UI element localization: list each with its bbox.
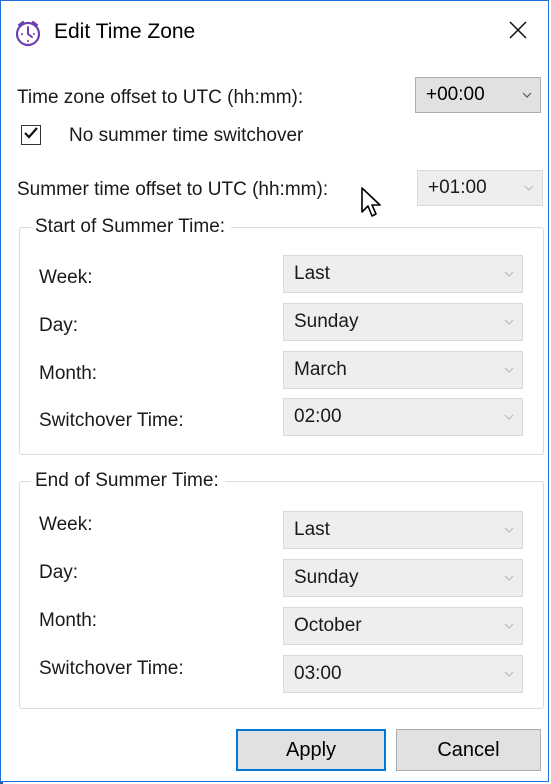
start-summer-legend: Start of Summer Time: [31, 216, 232, 238]
close-button[interactable] [488, 1, 548, 63]
chevron-down-icon [496, 304, 522, 340]
start-time-label: Switchover Time: [39, 410, 184, 431]
chevron-down-icon [496, 608, 522, 644]
start-time-value: 02:00 [294, 406, 342, 427]
no-summer-label: No summer time switchover [69, 125, 304, 146]
end-time-select[interactable]: 03:00 [283, 655, 523, 693]
summer-offset-value: +01:00 [428, 177, 487, 198]
cancel-button[interactable]: Cancel [396, 729, 541, 771]
start-week-select[interactable]: Last [283, 255, 523, 293]
chevron-down-icon [496, 656, 522, 692]
end-month-value: October [294, 615, 362, 636]
end-summer-legend: End of Summer Time: [31, 470, 225, 492]
end-week-select[interactable]: Last [283, 511, 523, 549]
offset-label: Time zone offset to UTC (hh:mm): [17, 87, 304, 108]
start-day-value: Sunday [294, 311, 359, 332]
start-month-select[interactable]: March [283, 351, 523, 389]
start-time-select[interactable]: 02:00 [283, 398, 523, 436]
chevron-down-icon [496, 352, 522, 388]
chevron-down-icon [496, 256, 522, 292]
end-day-select[interactable]: Sunday [283, 559, 523, 597]
chevron-down-icon [496, 560, 522, 596]
end-time-label: Switchover Time: [39, 658, 184, 679]
summer-offset-select[interactable]: +01:00 [417, 170, 543, 206]
chevron-down-icon [516, 171, 542, 205]
offset-value: +00:00 [426, 84, 485, 105]
checkmark-icon [23, 126, 39, 145]
end-month-select[interactable]: October [283, 607, 523, 645]
mouse-pointer-icon [359, 186, 385, 222]
start-week-value: Last [294, 263, 330, 284]
chevron-down-icon [496, 512, 522, 548]
end-day-value: Sunday [294, 567, 359, 588]
chevron-down-icon [514, 78, 540, 112]
edit-time-zone-dialog: Edit Time Zone Time zone offset to UTC (… [0, 0, 549, 782]
start-day-select[interactable]: Sunday [283, 303, 523, 341]
end-day-label: Day: [39, 562, 79, 583]
end-week-value: Last [294, 519, 330, 540]
chevron-down-icon [496, 399, 522, 435]
end-month-label: Month: [39, 610, 98, 631]
end-week-label: Week: [39, 514, 93, 535]
clock-icon [14, 19, 42, 47]
start-day-label: Day: [39, 315, 79, 336]
no-summer-checkbox[interactable] [21, 125, 41, 145]
end-time-value: 03:00 [294, 663, 342, 684]
start-month-label: Month: [39, 363, 98, 384]
start-week-label: Week: [39, 267, 93, 288]
offset-select[interactable]: +00:00 [415, 77, 541, 113]
dialog-title: Edit Time Zone [54, 20, 196, 43]
start-month-value: March [294, 359, 347, 380]
title-bar[interactable]: Edit Time Zone [4, 1, 548, 63]
apply-button[interactable]: Apply [236, 729, 386, 771]
summer-offset-label: Summer time offset to UTC (hh:mm): [17, 179, 329, 200]
close-icon [509, 20, 527, 44]
